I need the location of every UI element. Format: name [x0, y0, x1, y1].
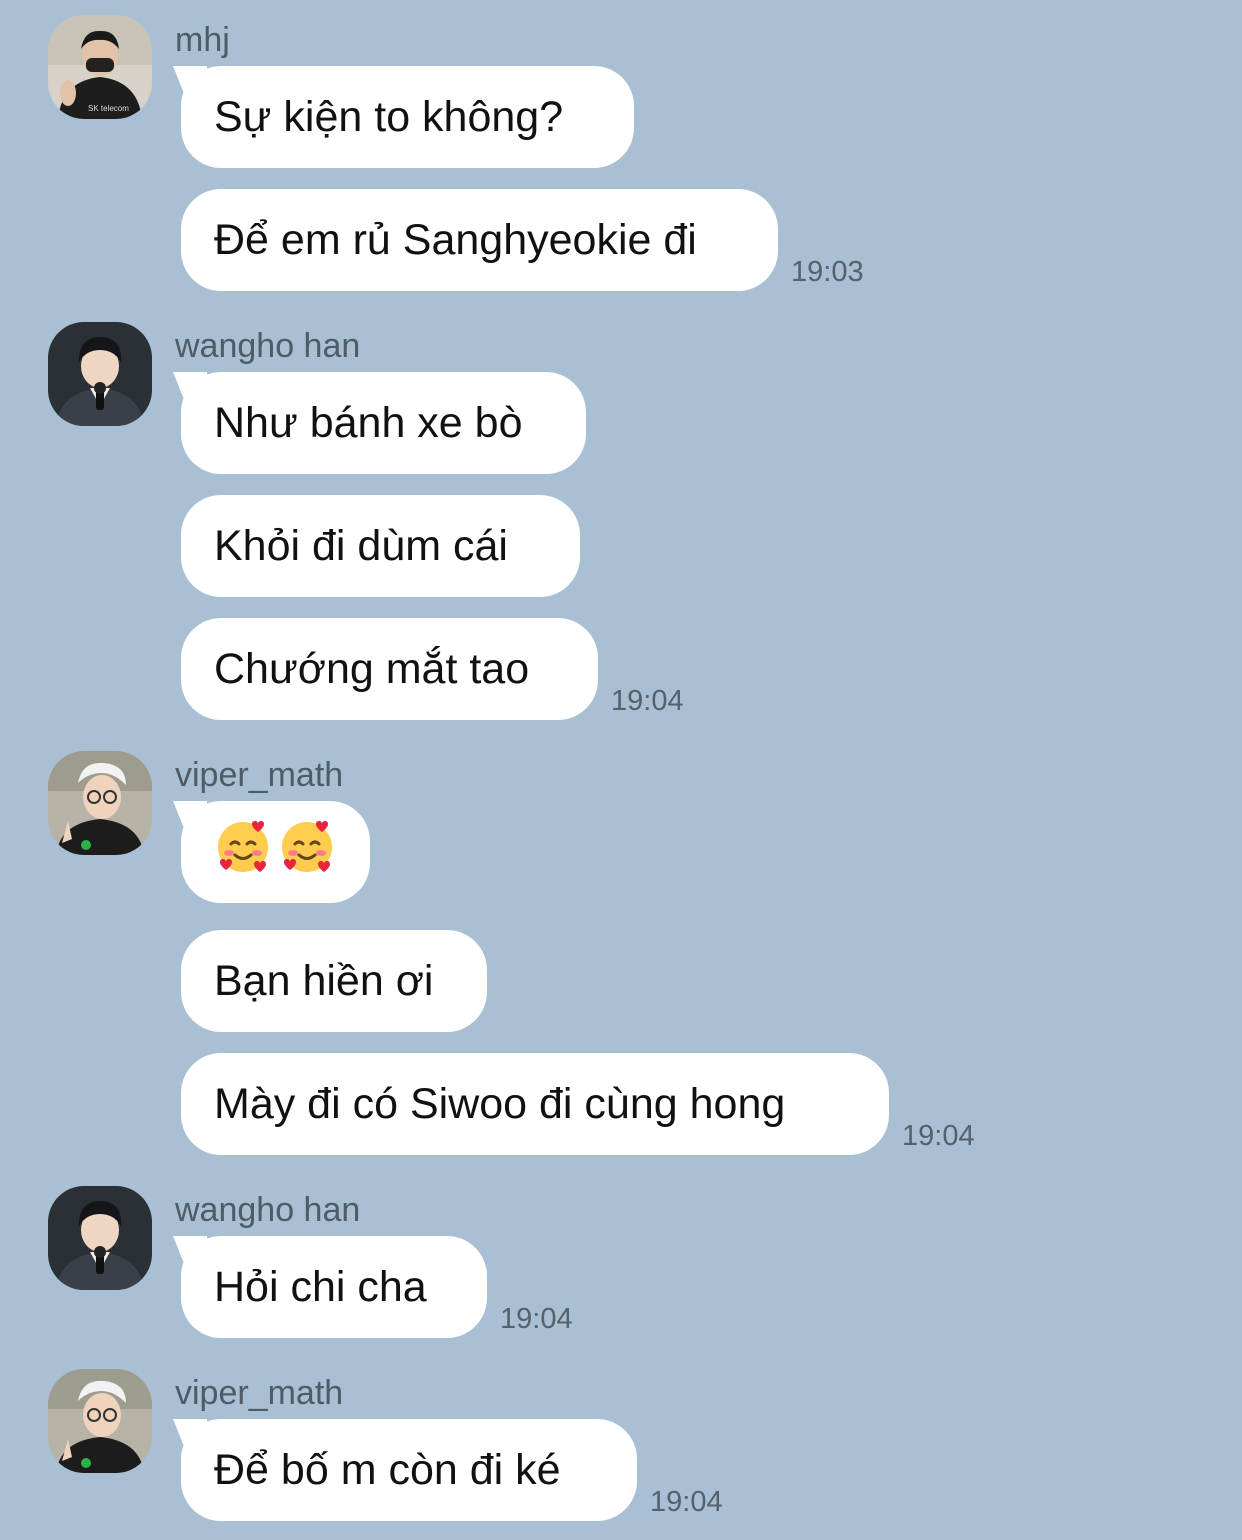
smiling-face-with-hearts-icon	[278, 818, 336, 887]
message-text: Sự kiện to không?	[214, 92, 564, 141]
message-bubble[interactable]: Chướng mắt tao	[181, 618, 598, 720]
sender-name: wangho han	[175, 327, 361, 365]
avatar-wangho-han[interactable]	[48, 322, 152, 426]
message-text: Mày đi có Siwoo đi cùng hong	[214, 1079, 786, 1128]
chat-message-list[interactable]: SK telecom mhj Sự kiện to không? Để em r…	[0, 0, 1242, 1540]
emoji-message	[214, 818, 336, 887]
sender-name: viper_math	[175, 1374, 344, 1412]
message-bubble[interactable]: Sự kiện to không?	[181, 66, 634, 168]
message-bubble[interactable]: Hỏi chi cha	[181, 1236, 487, 1338]
message-text: Hỏi chi cha	[214, 1262, 427, 1311]
message-bubble[interactable]: Để bố m còn đi ké	[181, 1419, 637, 1521]
sender-name: viper_math	[175, 756, 344, 794]
message-bubble[interactable]	[181, 801, 370, 903]
message-text: Để bố m còn đi ké	[214, 1445, 561, 1494]
message-text: Như bánh xe bò	[214, 398, 523, 447]
message-text: Chướng mắt tao	[214, 644, 530, 693]
avatar-mhj[interactable]: SK telecom	[48, 15, 152, 119]
message-bubble[interactable]: Bạn hiền ơi	[181, 930, 487, 1032]
message-timestamp: 19:04	[650, 1486, 723, 1518]
avatar-wangho-han[interactable]	[48, 1186, 152, 1290]
avatar-viper-math[interactable]	[48, 1369, 152, 1473]
sender-name: wangho han	[175, 1191, 361, 1229]
message-text: Bạn hiền ơi	[214, 956, 434, 1005]
sender-name: mhj	[175, 21, 230, 59]
message-text: Để em rủ Sanghyeokie đi	[214, 215, 697, 264]
message-timestamp: 19:04	[902, 1120, 975, 1152]
message-bubble[interactable]: Khỏi đi dùm cái	[181, 495, 580, 597]
avatar-viper-math[interactable]	[48, 751, 152, 855]
message-timestamp: 19:04	[611, 685, 684, 717]
message-timestamp: 19:04	[500, 1303, 573, 1335]
message-text: Khỏi đi dùm cái	[214, 521, 508, 570]
message-bubble[interactable]: Để em rủ Sanghyeokie đi	[181, 189, 778, 291]
message-bubble[interactable]: Như bánh xe bò	[181, 372, 586, 474]
message-timestamp: 19:03	[791, 256, 864, 288]
message-bubble[interactable]: Mày đi có Siwoo đi cùng hong	[181, 1053, 889, 1155]
smiling-face-with-hearts-icon	[214, 818, 272, 887]
svg-text:SK telecom: SK telecom	[88, 104, 129, 113]
